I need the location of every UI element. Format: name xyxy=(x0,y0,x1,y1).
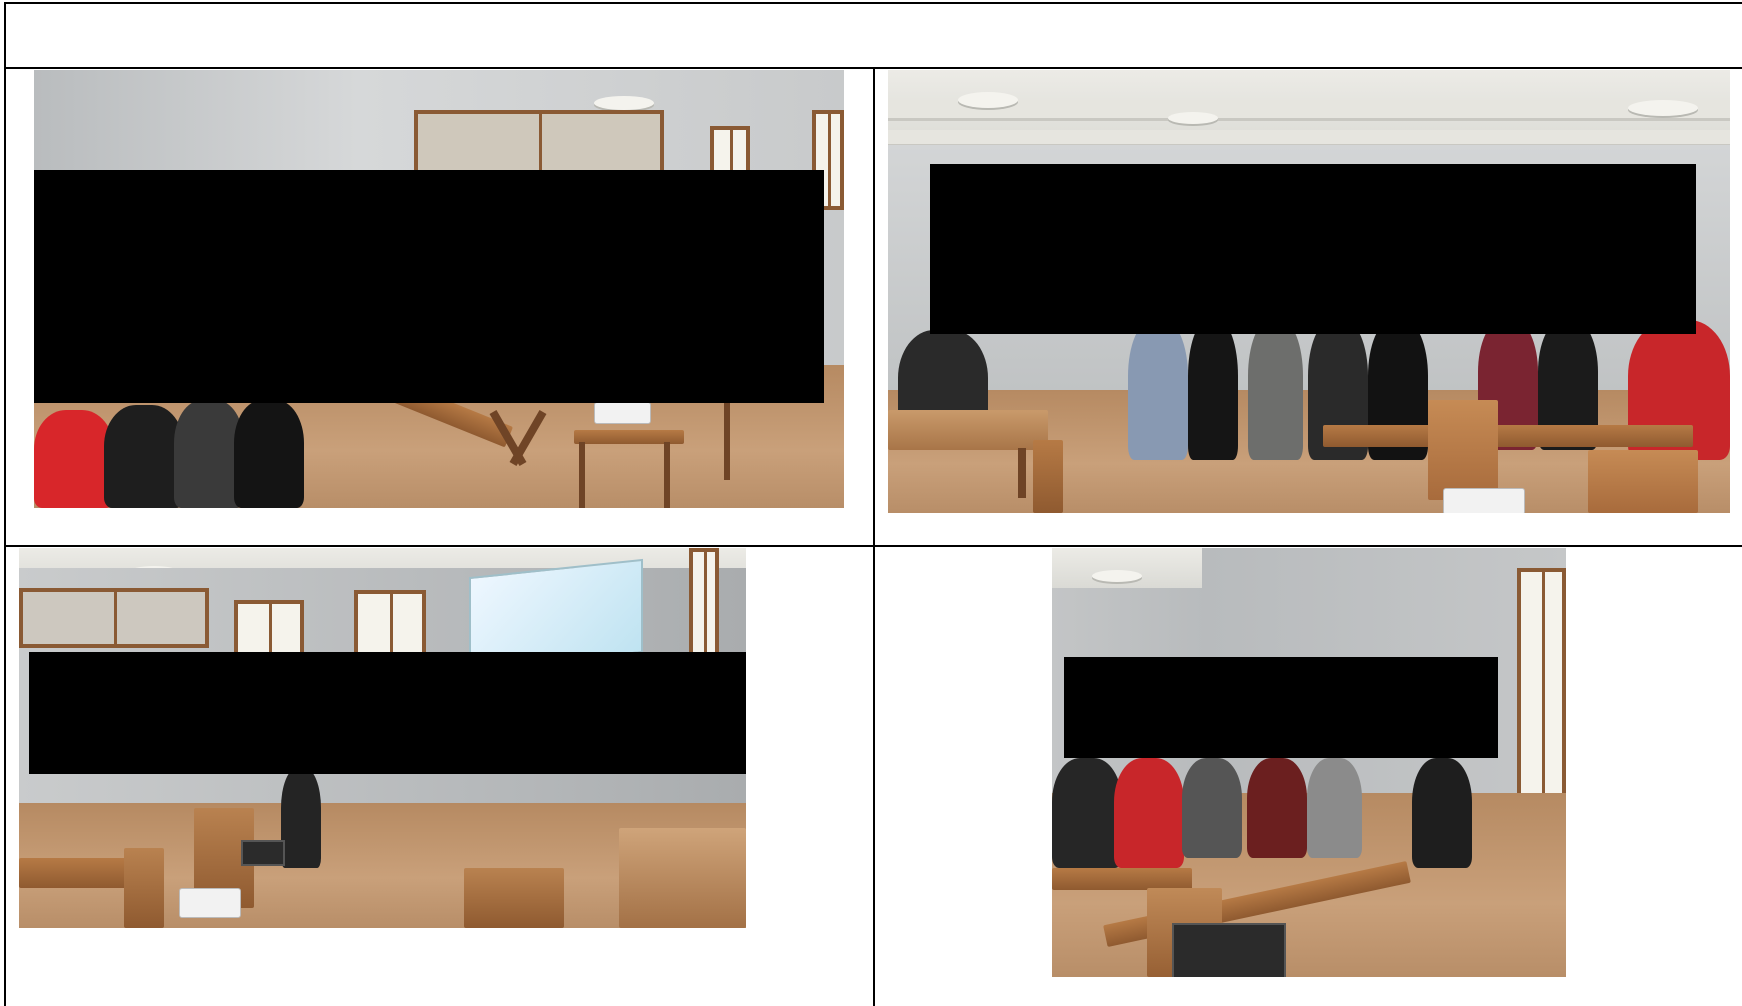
redaction-box xyxy=(1064,657,1498,758)
table-border-left xyxy=(4,2,6,1006)
header-row xyxy=(6,4,1742,67)
photo-4 xyxy=(1052,548,1566,977)
document-page xyxy=(0,0,1742,1006)
photo-2 xyxy=(888,70,1730,513)
photo-1 xyxy=(34,70,844,508)
redaction-box xyxy=(29,652,746,774)
column-divider xyxy=(873,67,875,1006)
redaction-box xyxy=(34,170,824,403)
redaction-box xyxy=(930,164,1696,334)
photo-3 xyxy=(19,548,746,928)
